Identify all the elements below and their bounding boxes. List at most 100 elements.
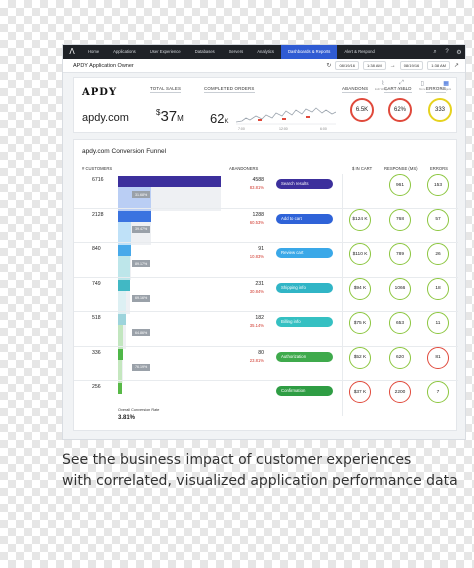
abandoners-count: 4588 <box>252 177 264 183</box>
stage-button[interactable]: Review cart <box>276 248 333 258</box>
nav-item[interactable]: User Experience <box>143 45 188 59</box>
response-ring[interactable]: 2200 <box>389 381 411 403</box>
customers-count: 256 <box>92 384 101 390</box>
stage-button[interactable]: Shipping info <box>276 282 333 293</box>
nav-item[interactable]: Dashboards & Reports <box>280 45 338 59</box>
total-sales-number: 37 <box>160 108 178 125</box>
toolbar-tool-label: Actions <box>397 87 407 91</box>
stage-button[interactable]: Authorization <box>276 351 333 362</box>
funnel-title: apdy.com Conversion Funnel <box>82 148 167 155</box>
toolbar-tool[interactable]: ⤢ Actions <box>397 80 406 91</box>
stage-button[interactable]: Billing info <box>276 317 333 327</box>
abandoners-count: 231 <box>255 280 264 287</box>
abandon-percent: 35.14% <box>249 323 264 328</box>
abandoners-header: ABANDONERS <box>229 166 259 171</box>
conversion-funnel-widget: apdy.com Conversion Funnel # CUSTOMERS A… <box>73 139 458 431</box>
in-cart-ring[interactable]: $37 K <box>349 381 371 403</box>
errors-ring[interactable]: 81 <box>427 346 449 369</box>
completed-orders-unit: K <box>224 119 229 125</box>
response-ring[interactable]: 653 <box>389 312 411 334</box>
time-from-field[interactable]: 1:38 AM <box>363 61 386 70</box>
expand-icon: ⤢ <box>399 80 404 86</box>
funnel-bar[interactable] <box>118 210 151 222</box>
toolbar-tool-label: Edit Widgets <box>375 87 391 91</box>
help-icon[interactable]: ? <box>441 49 453 55</box>
funnel-bar[interactable] <box>118 348 124 360</box>
total-sales-label: TOTAL SALES <box>150 86 182 93</box>
stage-button[interactable]: Search results <box>276 179 333 189</box>
customers-count: 518 <box>92 315 101 321</box>
nav-item[interactable]: Applications <box>106 45 143 59</box>
in-cart-ring[interactable]: $75 K <box>349 312 371 334</box>
nav-item[interactable]: Home <box>81 45 106 59</box>
date-from-field[interactable]: 08/19/16 <box>335 61 360 70</box>
response-ring[interactable]: 961 <box>389 174 411 196</box>
caption-line-2: with correlated, visualized application … <box>62 473 458 489</box>
orders-sparkline <box>236 107 336 125</box>
time-to-field[interactable]: 1:38 AM <box>427 61 450 70</box>
in-cart-ring[interactable]: $94 K <box>349 277 371 300</box>
funnel-bar[interactable] <box>118 383 122 394</box>
toolbar-tool-label: More <box>419 87 426 91</box>
completed-orders-label: COMPLETED ORDERS <box>204 86 255 93</box>
stage-button[interactable]: Add to cart <box>276 213 333 224</box>
abandoners-count: 91 <box>258 246 264 252</box>
stage-button[interactable]: Confirmation <box>276 386 333 396</box>
errors-ring[interactable]: 333 <box>428 98 452 122</box>
arrow-right-icon: → <box>389 62 396 69</box>
spark-tick: 6:00 <box>320 127 327 131</box>
response-ring[interactable]: 1066 <box>389 277 411 300</box>
response-ring[interactable]: 789 <box>389 243 411 265</box>
funnel-bar[interactable] <box>118 176 221 187</box>
customers-count: 336 <box>92 349 101 356</box>
funnel-bar[interactable] <box>118 314 126 325</box>
settings-icon[interactable]: ⚙ <box>453 49 465 56</box>
in-cart-ring[interactable]: $124 K <box>349 208 371 231</box>
customers-count: 749 <box>92 280 101 287</box>
nav-item[interactable]: Databases <box>188 45 222 59</box>
errors-ring[interactable]: 26 <box>427 243 449 265</box>
errors-ring[interactable]: 57 <box>427 208 449 231</box>
nav-items: Home Applications User Experience Databases… <box>81 45 382 59</box>
caption-line-1: See the business impact of customer expe… <box>62 452 412 468</box>
in-cart-ring[interactable]: $110 K <box>349 243 371 265</box>
overall-conversion-value: 3.81% <box>118 415 136 421</box>
page-icon: ▯ <box>420 81 424 87</box>
funnel-bar[interactable] <box>118 245 131 256</box>
response-header: RESPONSE (MS) <box>384 166 418 171</box>
dashboard-screenshot: Λ Home Applications User Experience Databas… <box>62 44 466 440</box>
pin-icon[interactable]: ↗ <box>454 62 459 69</box>
top-navbar: Λ Home Applications User Experience Databas… <box>63 45 465 59</box>
errors-ring[interactable]: 11 <box>427 312 449 334</box>
errors-ring[interactable]: 7 <box>427 381 449 403</box>
conversion-badge: 64.86% <box>132 329 151 336</box>
total-sales-unit: M <box>177 114 184 123</box>
host-name: apdy.com <box>82 112 129 124</box>
response-ring[interactable]: 620 <box>389 346 411 369</box>
nav-item[interactable]: Analytics <box>250 45 281 59</box>
nav-item[interactable]: Alert & Respond <box>337 45 382 59</box>
nav-item[interactable]: Servers <box>222 45 250 59</box>
funnel-bar[interactable] <box>118 279 130 291</box>
search-icon[interactable]: ⌕ <box>429 49 441 56</box>
abandons-ring[interactable]: 6.5K <box>350 98 374 122</box>
logo-icon[interactable]: Λ <box>63 45 81 59</box>
refresh-icon[interactable]: ↻ <box>326 62 331 69</box>
dashboard-title: APDY Application Owner <box>73 62 134 69</box>
cart-yield-ring[interactable]: 62% <box>388 98 412 122</box>
response-ring[interactable]: 768 <box>389 208 411 231</box>
in-cart-header: $ IN CART <box>352 166 373 171</box>
date-to-field[interactable]: 08/19/16 <box>399 61 424 70</box>
caption: See the business impact of customer expe… <box>62 450 466 492</box>
toolbar-tool[interactable]: ▦ Widgets <box>441 80 451 91</box>
toolbar-tool[interactable]: ⌇ Edit Widgets <box>375 80 391 91</box>
in-cart-ring[interactable]: $52 K <box>349 346 371 369</box>
customers-count: 840 <box>92 246 101 252</box>
errors-ring[interactable]: 153 <box>427 174 449 196</box>
sparkline-alert-mark <box>306 116 310 118</box>
completed-orders-number: 62 <box>210 111 225 126</box>
errors-ring[interactable]: 18 <box>427 277 449 300</box>
toolbar-tool[interactable]: ▯ More <box>419 80 425 91</box>
abandon-percent: 10.83% <box>249 254 264 259</box>
dashboard-header: APDY Application Owner ↻ 08/19/16 1:38 A… <box>63 59 465 73</box>
